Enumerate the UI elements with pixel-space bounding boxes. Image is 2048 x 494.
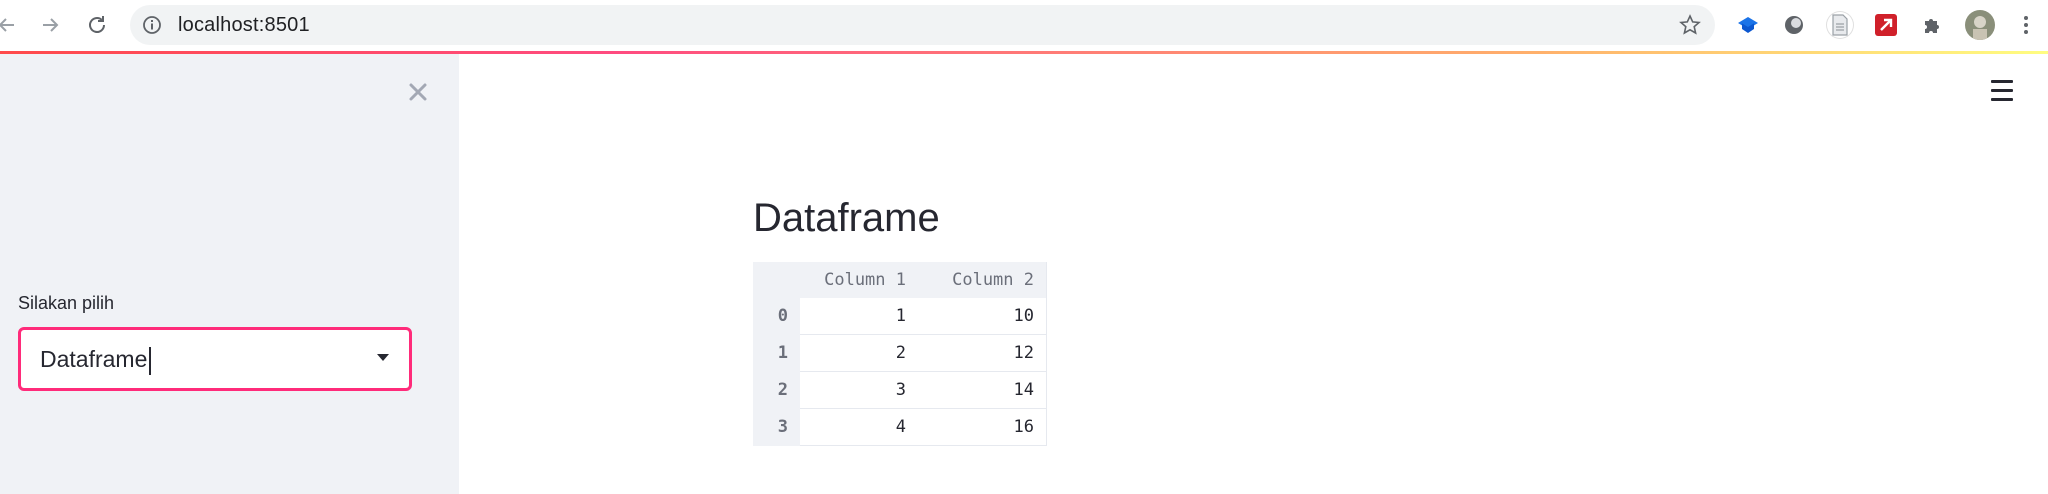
sidebar-close-button[interactable] bbox=[400, 74, 436, 110]
forward-button[interactable] bbox=[35, 10, 65, 40]
reload-button[interactable] bbox=[82, 10, 112, 40]
row-index: 3 bbox=[753, 408, 800, 446]
browser-toolbar: localhost:8501 bbox=[0, 0, 2048, 51]
row-index: 2 bbox=[753, 371, 800, 409]
graduation-cap-icon bbox=[1738, 17, 1758, 33]
profile-avatar[interactable] bbox=[1965, 10, 1995, 40]
table-row: 1 2 12 bbox=[753, 334, 1047, 372]
row-index: 1 bbox=[753, 334, 800, 372]
circle-icon bbox=[1785, 16, 1803, 34]
table-row: 2 3 14 bbox=[753, 371, 1047, 409]
text-cursor bbox=[149, 346, 152, 375]
more-icon bbox=[2024, 16, 2028, 34]
table-row: 0 1 10 bbox=[753, 298, 1047, 335]
table-cell[interactable]: 10 bbox=[918, 298, 1047, 335]
extension-4[interactable] bbox=[1873, 12, 1899, 38]
url-text[interactable]: localhost:8501 bbox=[178, 5, 310, 45]
main-menu-button[interactable] bbox=[1991, 80, 2021, 108]
table-cell[interactable]: 12 bbox=[918, 334, 1047, 372]
table-cell[interactable]: 4 bbox=[800, 408, 918, 446]
table-cell[interactable]: 3 bbox=[800, 371, 918, 409]
extension-1[interactable] bbox=[1735, 12, 1761, 38]
address-bar[interactable]: localhost:8501 bbox=[130, 5, 1715, 45]
dataframe-table: Column 1 Column 2 0 1 10 1 2 12 2 3 14 3… bbox=[753, 262, 1047, 446]
reload-icon bbox=[89, 16, 105, 33]
column-header[interactable]: Column 2 bbox=[918, 262, 1047, 298]
info-icon[interactable] bbox=[142, 15, 162, 35]
row-index: 0 bbox=[753, 298, 800, 335]
index-header bbox=[753, 262, 800, 298]
table-cell[interactable]: 1 bbox=[800, 298, 918, 335]
table-cell[interactable]: 14 bbox=[918, 371, 1047, 409]
table-row: 3 4 16 bbox=[753, 408, 1047, 446]
arrow-up-right-icon bbox=[1875, 14, 1897, 36]
extensions-button[interactable] bbox=[1919, 12, 1945, 38]
sidebar: Silakan pilih Dataframe bbox=[0, 54, 459, 494]
back-icon bbox=[0, 18, 14, 32]
avatar-icon bbox=[1965, 10, 1995, 40]
select-value[interactable]: Dataframe bbox=[40, 330, 152, 388]
extension-2[interactable] bbox=[1781, 12, 1807, 38]
browser-menu-button[interactable] bbox=[2013, 12, 2039, 38]
hamburger-icon bbox=[1991, 80, 2021, 101]
chevron-down-icon[interactable] bbox=[377, 354, 389, 361]
select-value-text: Dataframe bbox=[40, 346, 148, 372]
star-icon[interactable] bbox=[1679, 14, 1701, 36]
back-button[interactable] bbox=[0, 10, 22, 40]
extension-3[interactable] bbox=[1827, 12, 1853, 38]
table-cell[interactable]: 2 bbox=[800, 334, 918, 372]
page-title: Dataframe bbox=[753, 196, 940, 240]
forward-icon bbox=[43, 18, 59, 32]
selectbox[interactable]: Dataframe bbox=[18, 327, 412, 391]
document-icon bbox=[1832, 14, 1848, 36]
table-header-row: Column 1 Column 2 bbox=[753, 262, 1047, 298]
table-cell[interactable]: 16 bbox=[918, 408, 1047, 446]
puzzle-icon bbox=[1925, 19, 1939, 33]
column-header[interactable]: Column 1 bbox=[800, 262, 918, 298]
close-icon bbox=[409, 83, 427, 101]
select-label: Silakan pilih bbox=[18, 293, 115, 313]
